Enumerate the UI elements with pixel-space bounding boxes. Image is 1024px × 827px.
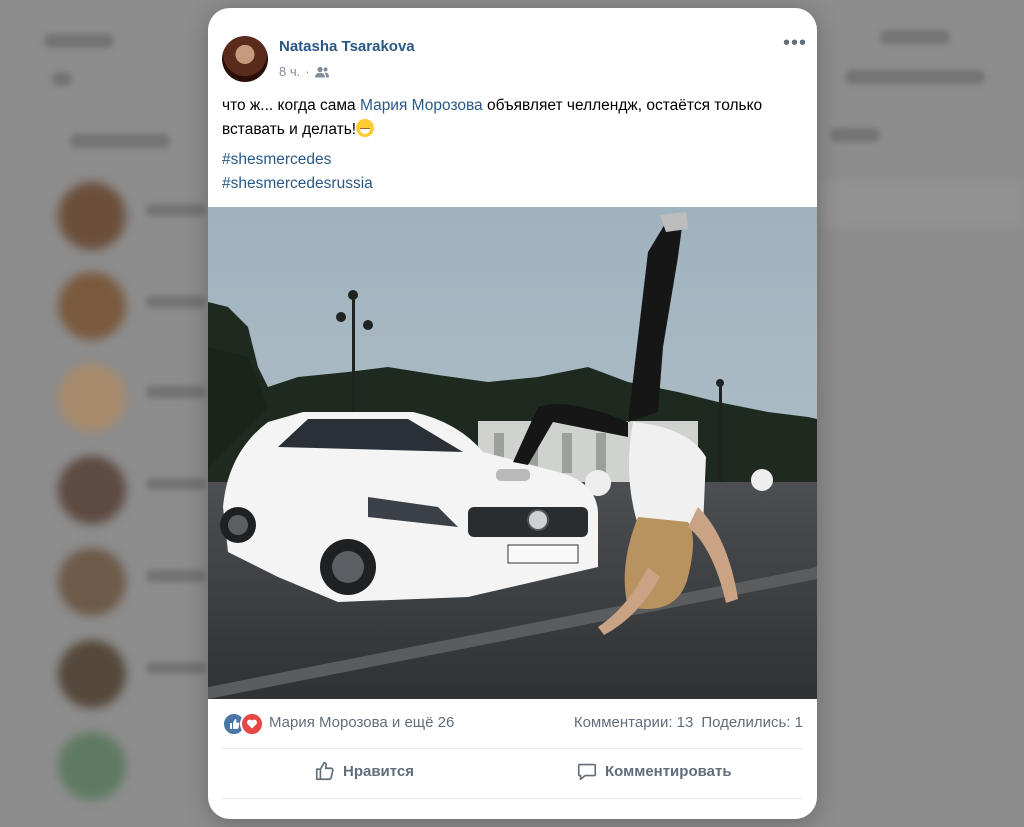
bg-blur bbox=[146, 478, 206, 490]
post-meta: 8 ч. · bbox=[279, 64, 329, 79]
bg-blur bbox=[58, 548, 126, 616]
more-icon[interactable]: ••• bbox=[783, 32, 807, 55]
bg-blur bbox=[52, 72, 72, 86]
post-text: что ж... когда сама Мария Морозова объяв… bbox=[222, 94, 802, 142]
post-time[interactable]: 8 ч. bbox=[279, 64, 300, 79]
post-stats: Комментарии: 13 Поделились: 1 bbox=[574, 714, 803, 731]
mention-link[interactable]: Мария Морозова bbox=[360, 97, 483, 114]
bg-blur bbox=[58, 640, 126, 708]
grinning-emoji-icon bbox=[356, 119, 375, 137]
comment-icon bbox=[577, 763, 597, 781]
bg-blur bbox=[820, 180, 1024, 228]
friends-icon bbox=[314, 66, 329, 77]
like-label: Нравится bbox=[343, 762, 415, 780]
hashtags: #shesmercedes #shesmercedesrussia bbox=[222, 148, 373, 196]
shares-count[interactable]: Поделились: 1 bbox=[701, 714, 803, 731]
comment-label: Комментировать bbox=[605, 762, 732, 780]
bg-blur bbox=[44, 34, 114, 48]
divider bbox=[222, 798, 803, 799]
bg-blur bbox=[830, 128, 880, 142]
hashtag-link[interactable]: #shesmercedes bbox=[222, 148, 373, 172]
bg-blur bbox=[58, 456, 126, 524]
post-text-before: что ж... когда сама bbox=[222, 97, 360, 114]
meta-separator: · bbox=[305, 64, 310, 79]
bg-blur bbox=[58, 732, 126, 800]
author-name[interactable]: Natasha Tsarakova bbox=[279, 38, 415, 55]
bg-blur bbox=[845, 70, 985, 84]
bg-blur bbox=[58, 364, 126, 432]
reactions[interactable] bbox=[222, 712, 264, 736]
bg-blur bbox=[146, 296, 206, 308]
like-reaction-glyph bbox=[230, 719, 240, 729]
bg-blur bbox=[146, 204, 206, 216]
hashtag-link[interactable]: #shesmercedesrussia bbox=[222, 172, 373, 196]
heart-reaction-glyph bbox=[246, 719, 258, 729]
heart-reaction-icon bbox=[240, 712, 264, 736]
bg-blur bbox=[146, 662, 206, 674]
comment-button[interactable]: Комментировать bbox=[576, 760, 732, 782]
bg-blur bbox=[146, 570, 206, 582]
comments-count[interactable]: Комментарии: 13 bbox=[574, 714, 694, 731]
like-button[interactable]: Нравится bbox=[314, 760, 414, 782]
bg-blur bbox=[880, 30, 950, 44]
bg-blur bbox=[58, 272, 126, 340]
post-photo[interactable] bbox=[208, 207, 817, 699]
author-avatar[interactable] bbox=[222, 36, 268, 82]
post-card: Natasha Tsarakova 8 ч. · ••• что ж... ко… bbox=[208, 8, 817, 819]
bg-blur bbox=[146, 386, 206, 398]
divider bbox=[222, 748, 803, 749]
thumbs-up-icon bbox=[315, 761, 334, 781]
bg-blur bbox=[70, 134, 170, 148]
bg-blur bbox=[58, 182, 126, 250]
likers-text[interactable]: Мария Морозова и ещё 26 bbox=[269, 714, 454, 731]
